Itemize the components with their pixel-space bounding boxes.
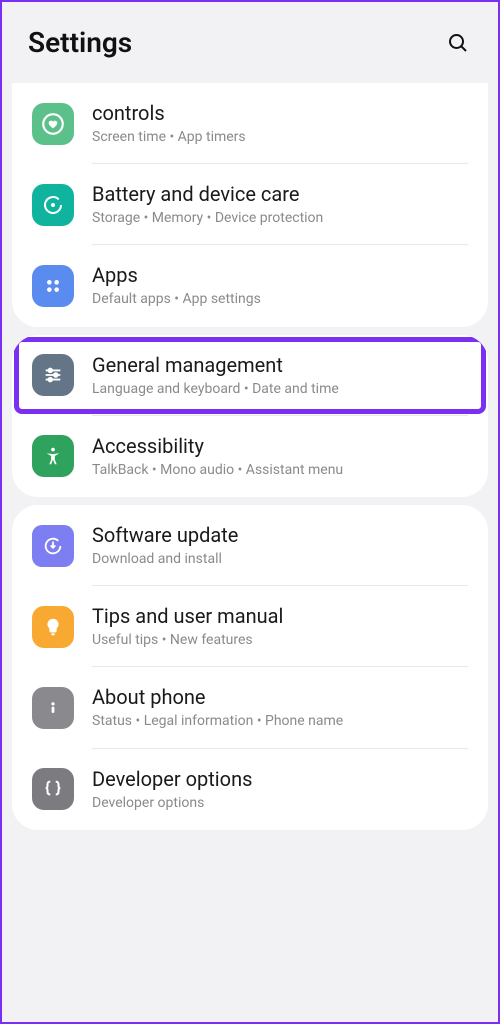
item-text: About phone Status • Legal information •… [92,685,468,730]
item-text: Developer options Developer options [92,767,468,812]
person-icon [32,435,74,477]
settings-item-tips[interactable]: Tips and user manual Useful tips • New f… [12,586,488,667]
item-title: Software update [92,523,468,548]
item-title: Accessibility [92,434,468,459]
search-icon [446,31,470,55]
header: Settings [2,2,498,77]
heart-circle-icon [32,103,74,145]
item-subtitle: Storage • Memory • Device protection [92,209,468,227]
item-title: About phone [92,685,468,710]
info-icon [32,687,74,729]
item-title: Apps [92,263,468,288]
item-text: Software update Download and install [92,523,468,568]
item-text: Battery and device care Storage • Memory… [92,182,468,227]
settings-item-about-phone[interactable]: About phone Status • Legal information •… [12,667,488,748]
settings-item-software-update[interactable]: Software update Download and install [12,505,488,586]
settings-item-accessibility[interactable]: Accessibility TalkBack • Mono audio • As… [12,416,488,497]
item-subtitle: Developer options [92,794,468,812]
grid-icon [32,265,74,307]
item-title: Developer options [92,767,468,792]
item-text: controls Screen time • App timers [92,101,468,146]
page-title: Settings [28,26,132,59]
settings-item-developer-options[interactable]: Developer options Developer options [12,749,488,830]
item-text: General management Language and keyboard… [92,353,468,398]
settings-group: controls Screen time • App timers Batter… [12,83,488,327]
item-subtitle: Default apps • App settings [92,290,468,308]
item-title: General management [92,353,468,378]
item-text: Tips and user manual Useful tips • New f… [92,604,468,649]
settings-group: Software update Download and install Tip… [12,505,488,830]
search-button[interactable] [444,29,472,57]
settings-group: General management Language and keyboard… [12,335,488,497]
item-text: Accessibility TalkBack • Mono audio • As… [92,434,468,479]
bulb-icon [32,606,74,648]
item-subtitle: Download and install [92,550,468,568]
item-subtitle: Language and keyboard • Date and time [92,380,468,398]
settings-item-apps[interactable]: Apps Default apps • App settings [12,245,488,326]
download-circle-icon [32,525,74,567]
item-text: Apps Default apps • App settings [92,263,468,308]
item-title: Battery and device care [92,182,468,207]
item-subtitle: TalkBack • Mono audio • Assistant menu [92,461,468,479]
item-subtitle: Status • Legal information • Phone name [92,712,468,730]
item-subtitle: Screen time • App timers [92,128,468,146]
settings-item-controls[interactable]: controls Screen time • App timers [12,83,488,164]
item-title: Tips and user manual [92,604,468,629]
refresh-icon [32,184,74,226]
braces-icon [32,768,74,810]
sliders-icon [32,354,74,396]
item-title: controls [92,101,468,126]
settings-item-battery[interactable]: Battery and device care Storage • Memory… [12,164,488,245]
settings-item-general-management[interactable]: General management Language and keyboard… [12,335,488,416]
item-subtitle: Useful tips • New features [92,631,468,649]
